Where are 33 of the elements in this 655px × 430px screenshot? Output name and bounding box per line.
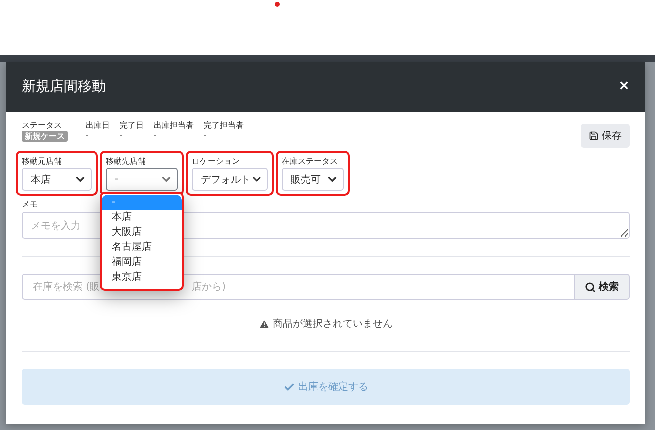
- search-icon: [585, 282, 596, 292]
- check-icon: [284, 382, 294, 392]
- dropdown-option[interactable]: 福岡店: [102, 255, 182, 270]
- info-value: -: [120, 131, 124, 141]
- info-value: -: [86, 131, 90, 141]
- close-button[interactable]: ×: [620, 78, 629, 96]
- status-label: ステータス: [22, 120, 63, 131]
- select-field[interactable]: デフォルト: [192, 168, 268, 191]
- empty-message: 商品が選択されていません: [273, 318, 393, 331]
- info-label: 出庫担当者: [154, 120, 195, 131]
- field-label: 在庫ステータス: [282, 156, 339, 167]
- dropdown-option[interactable]: 大阪店: [102, 225, 182, 240]
- info-label: 完了担当者: [204, 120, 245, 131]
- info-label: 完了日: [120, 120, 145, 131]
- info-label: 出庫日: [86, 120, 111, 131]
- dialog-title: 新規店間移動: [22, 78, 106, 96]
- notification-dot: [275, 2, 280, 7]
- status-badge: 新規ケース: [22, 131, 68, 142]
- select-field[interactable]: -: [106, 168, 178, 191]
- save-icon: [589, 131, 599, 141]
- field-label: ロケーション: [192, 156, 241, 167]
- field-label: 移動先店舗: [106, 156, 147, 167]
- info-value: -: [154, 131, 158, 141]
- field-label: 移動元店舗: [22, 156, 63, 167]
- info-value: -: [204, 131, 208, 141]
- memo-label: メモ: [22, 199, 38, 210]
- dropdown-option[interactable]: 本店: [102, 210, 182, 225]
- select-field[interactable]: 本店: [22, 168, 92, 191]
- search-button[interactable]: 検索: [575, 274, 630, 300]
- warning-icon: [259, 318, 270, 330]
- save-button[interactable]: 保存: [581, 124, 630, 148]
- dropdown-option[interactable]: 名古屋店: [102, 240, 182, 255]
- select-field[interactable]: 販売可: [282, 168, 344, 191]
